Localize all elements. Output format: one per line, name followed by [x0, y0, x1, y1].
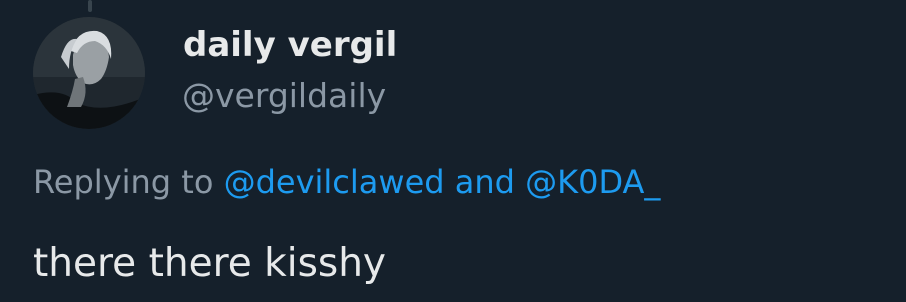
mention-koda-link[interactable]: @K0DA_ [525, 163, 660, 201]
tweet-body-text: there there kisshy [33, 241, 386, 286]
mention-devilclawed-link[interactable]: @devilclawed [224, 163, 445, 201]
replying-to-label: Replying to [33, 163, 214, 201]
thread-connector-line [88, 0, 92, 12]
avatar[interactable] [33, 17, 145, 129]
author-display-name[interactable]: daily vergil [183, 23, 397, 67]
replying-to-line: Replying to @devilclawed and @K0DA_ [33, 160, 660, 204]
author-handle[interactable]: @vergildaily [182, 74, 386, 118]
profile-avatar-icon [33, 17, 145, 129]
mention-conjunction[interactable]: and [455, 163, 515, 201]
